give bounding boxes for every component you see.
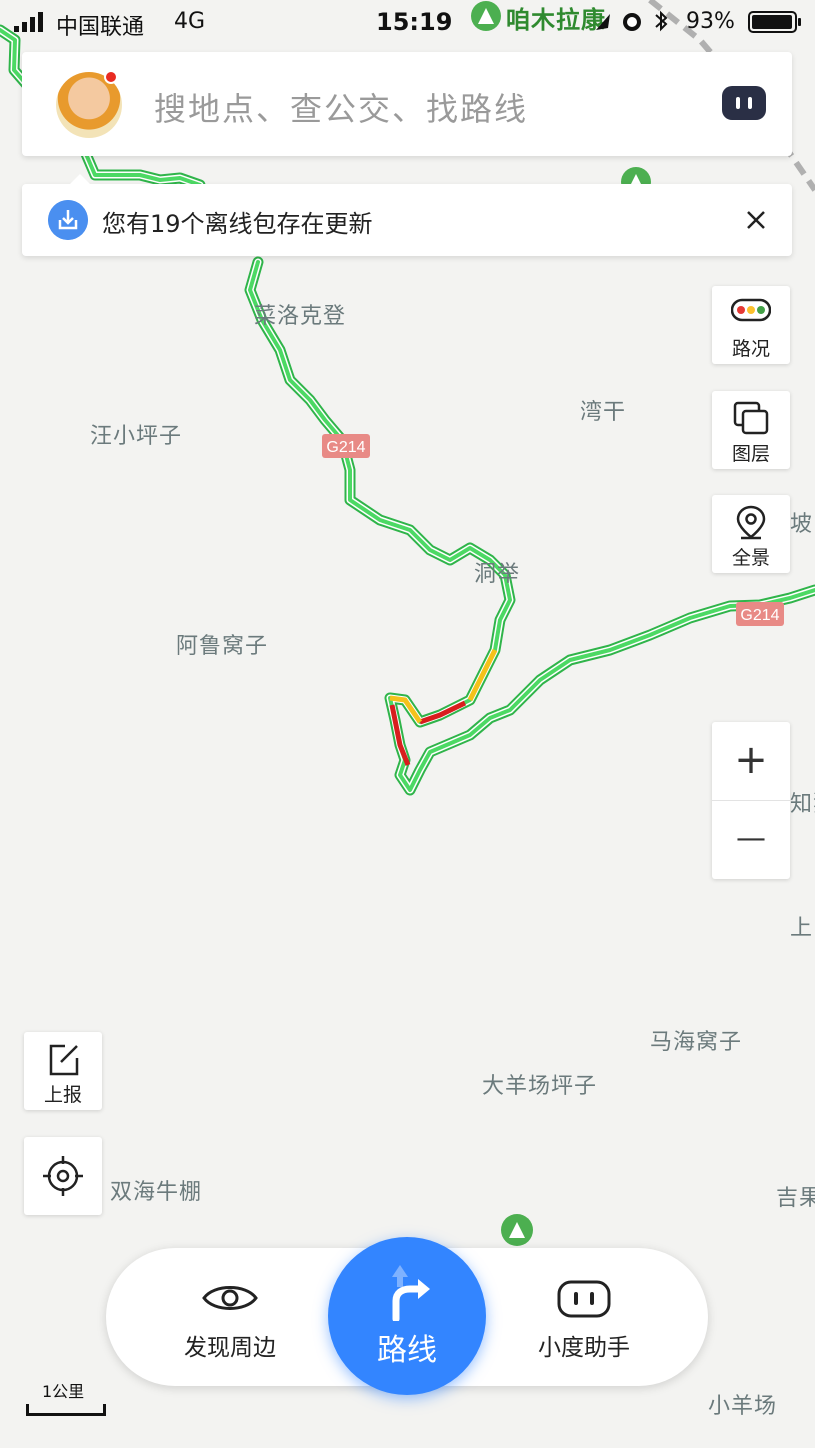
status-bar: 中国联通 4G 15:19 93% — [0, 0, 815, 44]
layers-icon — [733, 401, 769, 435]
place-label[interactable]: 大羊场坪子 — [482, 1068, 597, 1100]
clock-time: 15:19 — [376, 8, 453, 36]
place-label[interactable]: 坡 — [790, 506, 813, 538]
svg-text:G214: G214 — [740, 607, 779, 624]
signal-icon — [14, 12, 43, 32]
place-label[interactable]: 湾干 — [580, 394, 626, 426]
location-arrow-icon — [596, 14, 610, 30]
assistant-button[interactable]: 小度助手 — [504, 1278, 664, 1368]
status-icons — [596, 10, 668, 32]
search-input[interactable]: 搜地点、查公交、找路线 — [154, 84, 528, 130]
offline-update-banner[interactable]: 您有19个离线包存在更新 — [22, 174, 792, 256]
place-label[interactable]: 菜洛克登 — [254, 298, 346, 330]
download-icon — [48, 200, 88, 240]
carrier-name: 中国联通 — [56, 15, 145, 40]
banner-text: 您有19个离线包存在更新 — [102, 210, 373, 238]
place-label[interactable]: 汪小坪子 — [90, 418, 182, 450]
zoom-in-button[interactable]: + — [712, 722, 790, 800]
notification-dot — [104, 70, 118, 84]
road-shield-g214: G214 — [736, 602, 784, 626]
place-label[interactable]: 知狗 — [790, 786, 815, 818]
place-label[interactable]: 双海牛棚 — [110, 1174, 202, 1206]
discover-label: 发现周边 — [184, 1335, 276, 1361]
search-bar[interactable]: 搜地点、查公交、找路线 — [22, 52, 792, 156]
route-button[interactable]: 路线 — [328, 1237, 486, 1395]
layers-button[interactable]: 图层 — [712, 391, 790, 469]
zoom-control: + — — [712, 722, 790, 879]
report-button[interactable]: 上报 — [24, 1032, 102, 1110]
assistant-label: 小度助手 — [538, 1335, 630, 1361]
traffic-label: 路况 — [731, 338, 770, 360]
place-label[interactable]: 上 — [790, 910, 813, 942]
duer-robot-icon[interactable] — [722, 86, 766, 120]
mountain-poi-icon[interactable] — [501, 1214, 533, 1246]
network-type: 4G — [174, 9, 206, 34]
edit-report-icon — [49, 1044, 79, 1076]
scale-bar — [26, 1404, 106, 1416]
place-label[interactable]: 洞举 — [474, 556, 520, 588]
eye-icon — [202, 1286, 258, 1310]
duer-robot-icon — [557, 1280, 611, 1318]
bluetooth-icon — [655, 10, 668, 32]
layers-label: 图层 — [731, 443, 770, 465]
road-shield-g214: G214 — [322, 434, 370, 458]
map-scale: 1公里 — [26, 1378, 108, 1418]
panorama-pin-icon — [736, 505, 766, 540]
traffic-button[interactable]: 路况 — [712, 286, 790, 364]
locate-button[interactable] — [24, 1137, 102, 1215]
battery-icon — [748, 11, 801, 33]
battery-percent: 93% — [686, 9, 735, 34]
report-label: 上报 — [43, 1084, 82, 1106]
place-label[interactable]: 吉果 — [776, 1180, 815, 1212]
place-label[interactable]: 小羊场 — [708, 1388, 777, 1420]
discover-nearby-button[interactable]: 发现周边 — [150, 1278, 310, 1368]
traffic-light-icon — [731, 298, 771, 322]
close-icon[interactable] — [740, 204, 772, 236]
locate-icon — [43, 1156, 83, 1196]
route-turn-icon — [392, 1265, 430, 1321]
svg-text:G214: G214 — [326, 439, 365, 456]
scale-label: 1公里 — [42, 1382, 85, 1401]
panorama-label: 全景 — [731, 547, 770, 569]
place-label[interactable]: 马海窝子 — [650, 1024, 742, 1056]
place-label[interactable]: 阿鲁窝子 — [176, 628, 268, 660]
panorama-button[interactable]: 全景 — [712, 495, 790, 573]
zoom-out-button[interactable]: — — [712, 801, 790, 879]
route-label: 路线 — [377, 1333, 437, 1368]
